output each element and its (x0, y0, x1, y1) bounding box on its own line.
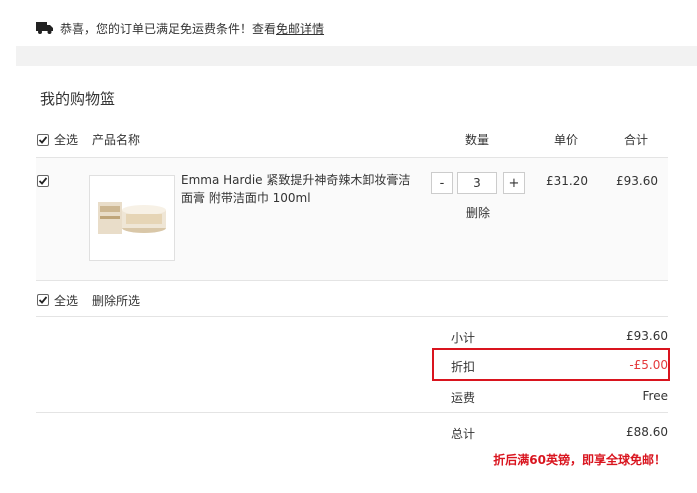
delete-selected-link[interactable]: 删除所选 (92, 292, 140, 309)
divider-bar (16, 46, 697, 66)
total-value: £88.60 (626, 425, 668, 439)
discount-value: -£5.00 (629, 358, 668, 372)
shipping-label: 运费 (451, 391, 476, 405)
total-label: 总计 (451, 427, 476, 441)
summary-divider (36, 412, 668, 413)
discount-label: 折扣 (451, 360, 476, 374)
page-title: 我的购物篮 (40, 90, 116, 108)
footer-divider (36, 316, 668, 317)
select-all-label-bottom: 全选 (54, 294, 79, 308)
notice-text: 恭喜，您的订单已满足免运费条件！查看 (60, 21, 277, 36)
select-all-checkbox-top[interactable] (37, 134, 49, 146)
col-total: 合计 (624, 133, 649, 147)
quantity-input[interactable] (457, 172, 497, 194)
col-quantity: 数量 (465, 133, 490, 147)
product-thumbnail[interactable] (89, 175, 175, 261)
free-shipping-promo: 折后满60英镑，即享全球免邮！ (493, 453, 666, 467)
truck-icon (36, 22, 53, 34)
select-all-checkbox-bottom[interactable] (37, 294, 49, 306)
quantity-decrease-button[interactable]: - (431, 172, 453, 194)
product-image (90, 176, 174, 260)
item-checkbox[interactable] (37, 175, 49, 187)
col-product-name: 产品名称 (92, 133, 141, 147)
shipping-value: Free (642, 389, 668, 403)
product-name-link[interactable]: Emma Hardie 紧致提升神奇辣木卸妆膏洁面膏 附带洁面巾 100ml (181, 171, 421, 207)
subtotal-value: £93.60 (626, 329, 668, 343)
quantity-increase-button[interactable]: + (503, 172, 525, 194)
item-unit-price: £31.20 (546, 174, 588, 188)
subtotal-label: 小计 (451, 331, 476, 345)
item-divider (36, 280, 668, 281)
checkbox-checked-icon (38, 136, 48, 144)
checkbox-checked-icon (38, 177, 48, 185)
checkbox-checked-icon (38, 296, 48, 304)
item-line-total: £93.60 (616, 174, 658, 188)
col-unit-price: 单价 (554, 133, 579, 147)
free-shipping-details-link[interactable]: 免邮详情 (276, 20, 324, 37)
free-shipping-notice: 恭喜，您的订单已满足免运费条件！查看 免邮详情 (36, 18, 324, 38)
delete-item-link[interactable]: 删除 (466, 204, 490, 221)
select-all-label-top: 全选 (54, 133, 79, 147)
